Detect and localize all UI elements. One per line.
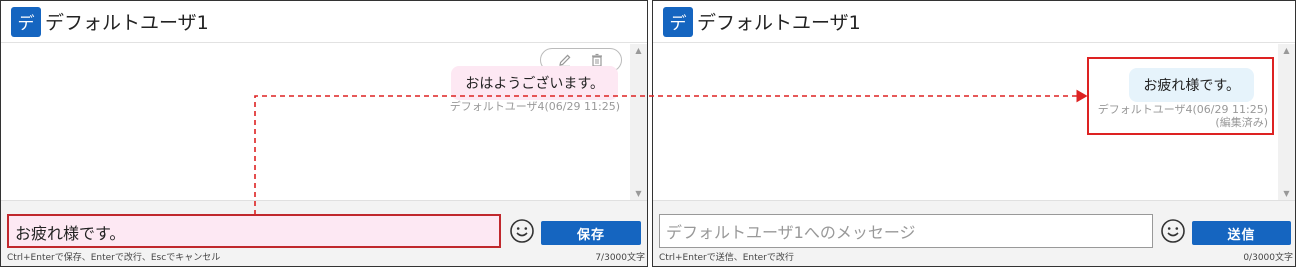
scroll-up-icon[interactable]: ▲ bbox=[1278, 46, 1295, 55]
smiley-icon bbox=[510, 219, 534, 243]
emoji-button[interactable] bbox=[509, 218, 535, 244]
message-input[interactable]: デフォルトユーザ1へのメッセージ bbox=[659, 214, 1153, 248]
scroll-down-icon[interactable]: ▼ bbox=[630, 189, 647, 198]
avatar: デ bbox=[663, 6, 693, 37]
chat-header: デ デフォルトユーザ1 bbox=[653, 1, 1295, 43]
screenshot-stage: デ デフォルトユーザ1 おはようございます。 デフォルトユーザ4(06/29 1… bbox=[0, 0, 1296, 267]
composer: お疲れ様です。 保存 Ctrl+Enterで保存、Enterで改行、Escでキャ… bbox=[1, 200, 647, 266]
save-button[interactable]: 保存 bbox=[541, 221, 641, 245]
chat-panel-editing: デ デフォルトユーザ1 おはようございます。 デフォルトユーザ4(06/29 1… bbox=[0, 0, 648, 267]
smiley-icon bbox=[1161, 219, 1185, 243]
scroll-up-icon[interactable]: ▲ bbox=[630, 46, 647, 55]
char-counter: 7/3000文字 bbox=[595, 253, 645, 263]
message-input[interactable]: お疲れ様です。 bbox=[7, 214, 501, 248]
chat-panel-result: デ デフォルトユーザ1 お疲れ様です。 デフォルトユーザ4(06/29 11:2… bbox=[652, 0, 1296, 267]
char-counter: 0/3000文字 bbox=[1243, 253, 1293, 263]
chat-header: デ デフォルトユーザ1 bbox=[1, 1, 647, 43]
message-list[interactable]: お疲れ様です。 デフォルトユーザ4(06/29 11:25) (編集済み) bbox=[653, 44, 1278, 200]
avatar: デ bbox=[11, 6, 41, 37]
composer: デフォルトユーザ1へのメッセージ 送信 Ctrl+Enterで送信、Enterで… bbox=[653, 200, 1295, 266]
scroll-down-icon[interactable]: ▼ bbox=[1278, 189, 1295, 198]
emoji-button[interactable] bbox=[1160, 218, 1186, 244]
chat-scrollbar[interactable]: ▲ ▼ bbox=[630, 44, 647, 200]
chat-title: デフォルトユーザ1 bbox=[697, 12, 861, 34]
message-bubble[interactable]: お疲れ様です。 bbox=[1129, 68, 1254, 102]
message-bubble[interactable]: おはようございます。 bbox=[451, 66, 618, 100]
keyboard-hint: Ctrl+Enterで送信、Enterで改行 bbox=[659, 253, 794, 263]
chat-scrollbar[interactable]: ▲ ▼ bbox=[1278, 44, 1295, 200]
message-meta: デフォルトユーザ4(06/29 11:25) bbox=[449, 100, 620, 113]
message-list[interactable]: おはようございます。 デフォルトユーザ4(06/29 11:25) bbox=[1, 44, 630, 200]
keyboard-hint: Ctrl+Enterで保存、Enterで改行、Escでキャンセル bbox=[7, 253, 221, 263]
chat-title: デフォルトユーザ1 bbox=[45, 12, 209, 34]
send-button[interactable]: 送信 bbox=[1192, 221, 1291, 245]
edited-label: (編集済み) bbox=[1215, 116, 1268, 129]
